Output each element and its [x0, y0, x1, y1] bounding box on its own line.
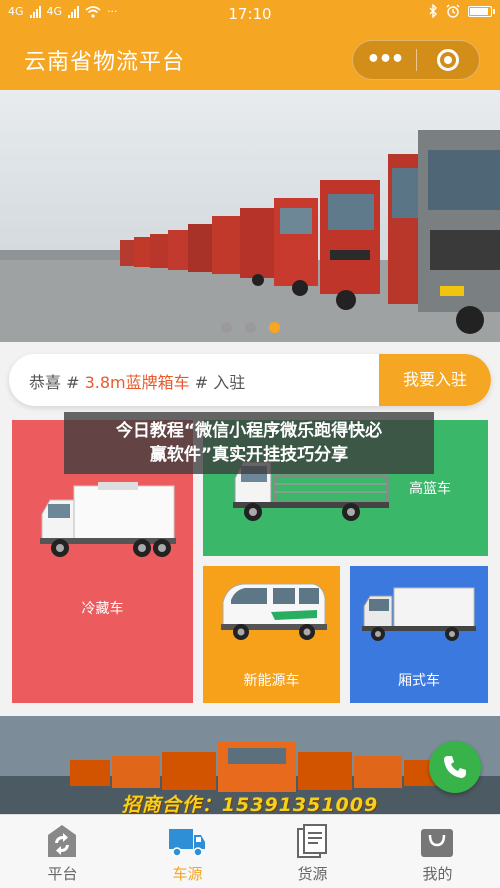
- call-button[interactable]: [429, 741, 481, 793]
- overlay-line-1: 今日教程“微信小程序微乐跑得快必: [115, 421, 383, 441]
- join-button[interactable]: 我要入驻: [379, 354, 491, 406]
- status-right: [428, 4, 495, 18]
- bluetooth-icon: [429, 4, 437, 18]
- app-page: 4G 4G ··· 17:10 云南省物流平台 ••• 恭喜 # 3.8m蓝牌箱…: [0, 0, 500, 888]
- tile-new-energy-vehicle[interactable]: 新能源车: [203, 566, 340, 703]
- banner-carousel[interactable]: [0, 90, 500, 342]
- title-bar: 云南省物流平台 •••: [0, 28, 500, 90]
- truck-fleet-photo: [0, 90, 500, 342]
- join-notice-bar: 恭喜 # 3.8m蓝牌箱车 # 入驻 我要入驻: [9, 354, 491, 406]
- tile-box-truck[interactable]: 厢式车: [350, 566, 488, 703]
- notice-highlight: 3.8m蓝牌箱车: [84, 373, 190, 392]
- phone-icon: [444, 756, 466, 778]
- notice-prefix: 恭喜 #: [29, 373, 85, 392]
- tile-label-box: 厢式车: [398, 673, 440, 689]
- recruit-ad-text: 招商合作：15391351009: [121, 794, 379, 816]
- bag-icon: [421, 829, 453, 857]
- overlay-line-2: 赢软件”真实开挂技巧分享: [149, 445, 349, 465]
- refrigerated-truck-image: [40, 482, 176, 557]
- status-bar: 4G 4G ··· 17:10: [0, 0, 500, 28]
- tab-label-cargo: 货源: [297, 865, 328, 883]
- tab-label-platform: 平台: [47, 865, 78, 883]
- tab-label-vehicles: 车源: [172, 865, 203, 883]
- notice-text: 恭喜 # 3.8m蓝牌箱车 # 入驻: [29, 369, 245, 393]
- tile-label-ev: 新能源车: [243, 673, 300, 689]
- tile-label-cold: 冷藏车: [81, 601, 124, 617]
- tab-profile[interactable]: 我的: [375, 815, 500, 888]
- tab-label-profile: 我的: [422, 865, 453, 883]
- recruit-ad-banner[interactable]: 招商合作：15391351009: [0, 716, 500, 818]
- notice-suffix: # 入驻: [189, 373, 246, 392]
- target-icon: [436, 49, 459, 71]
- article-overlay-headline: 今日教程“微信小程序微乐跑得快必 赢软件”真实开挂技巧分享: [64, 412, 434, 474]
- status-time: 17:10: [228, 5, 272, 23]
- bottom-tab-bar: 平台 车源 货源 我的: [0, 814, 500, 888]
- miniprogram-capsule: •••: [352, 40, 480, 80]
- document-icon: [297, 824, 327, 858]
- carousel-dot[interactable]: [244, 322, 256, 333]
- alarm-icon: [446, 4, 460, 18]
- refresh-box-icon: [48, 825, 76, 857]
- electric-van-image: [221, 583, 327, 640]
- tile-label-basket: 高篮车: [409, 481, 451, 497]
- carousel-dots: [0, 322, 500, 333]
- tab-cargo[interactable]: 货源: [250, 815, 375, 888]
- carousel-dot[interactable]: [220, 322, 232, 333]
- tab-vehicles[interactable]: 车源: [125, 815, 250, 888]
- more-menu-button[interactable]: •••: [353, 40, 416, 80]
- truck-icon: [169, 829, 205, 857]
- carousel-dot-active[interactable]: [268, 322, 280, 333]
- close-miniprogram-button[interactable]: [417, 49, 479, 71]
- box-truck-image: [362, 587, 476, 641]
- page-title: 云南省物流平台: [24, 50, 186, 75]
- tab-platform[interactable]: 平台: [0, 815, 125, 888]
- battery-icon: [468, 5, 495, 17]
